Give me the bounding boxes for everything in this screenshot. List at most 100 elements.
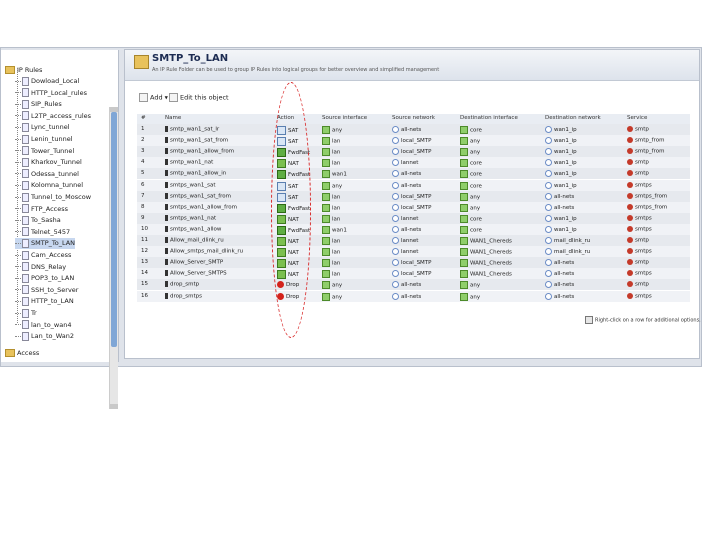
tree-item[interactable]: L2TP_access_rules [15, 111, 91, 122]
cell-name: smtps_wan1_nat [165, 214, 216, 221]
tree-item[interactable]: SIP_Rules [15, 99, 62, 110]
tree-item[interactable]: FTP_Access [15, 204, 68, 215]
edit-object-button[interactable]: Edit this object [169, 93, 229, 102]
tree-item-label: To_Sasha [31, 216, 61, 225]
tree-item[interactable]: Tunnel_to_Moscow [15, 192, 91, 203]
interface-icon [460, 203, 468, 212]
table-row[interactable]: 14 Allow_Server_SMTPS NAT lan local_SMTP WAN1… [137, 268, 690, 280]
table-row[interactable]: 15 drop_smtp Drop any all-nets any all-nets smt… [137, 279, 690, 291]
tree-item[interactable]: To_Sasha [15, 215, 61, 226]
cell-dst-if: core [460, 181, 482, 190]
network-icon [545, 259, 552, 267]
network-icon [545, 170, 552, 178]
add-button[interactable]: Add ▾ [139, 93, 168, 102]
cell-src-net: all-nets [392, 181, 421, 189]
tree-item[interactable]: Tower_Tunnel [15, 146, 74, 157]
tree-connector [15, 219, 21, 221]
table-row[interactable]: 11 Allow_mail_dlink_ru NAT lan lannet WAN1_Ch… [137, 235, 690, 246]
tree-root-access[interactable]: Access [5, 348, 39, 359]
cell-text: 13 [141, 259, 148, 266]
cell-text: all-nets [554, 271, 575, 278]
cell-text: any [470, 149, 481, 156]
edit-label: Edit this object [180, 93, 229, 102]
tree-item[interactable]: Lync_tunnel [15, 122, 70, 133]
tree-item[interactable]: POP3_to_LAN [15, 273, 74, 284]
tree-item[interactable]: Odessa_tunnel [15, 169, 79, 180]
tree-scrollbar[interactable] [109, 107, 118, 409]
network-icon [545, 137, 552, 145]
navigation-tree: IP Rules Dowload_Local HTTP_Local_rules SI… [1, 50, 119, 409]
table-row[interactable]: 9 smtps_wan1_nat NAT lan lannet core wan1_ip sm… [137, 212, 690, 224]
tree-item[interactable]: Kharkov_Tunnel [15, 157, 82, 168]
table-row[interactable]: 3 smtp_wan1_allow_from FwdFast lan local_SMT… [137, 146, 690, 158]
tree-item[interactable]: Lan_to_Wan2 [15, 331, 74, 342]
table-row[interactable]: 5 smtp_wan1_allow_in FwdFast wan1 all-nets co… [137, 168, 690, 180]
scroll-thumb[interactable] [111, 112, 117, 347]
table-row[interactable]: 8 smtps_wan1_allow_from FwdFast lan local_SM… [137, 201, 690, 213]
tree-item-label: lan_to_wan4 [31, 320, 72, 329]
scroll-down-arrow-icon[interactable] [110, 404, 118, 409]
cell-dst-if: core [460, 214, 482, 223]
table-row[interactable]: 2 smtp_wan1_sat_from SAT lan local_SMTP any wa… [137, 135, 690, 147]
tree-connector [15, 312, 21, 314]
tree-item[interactable]: HTTP_to_LAN [15, 296, 74, 307]
network-icon [545, 159, 552, 167]
cell-svc: smtp [627, 237, 649, 244]
tree-item-label: Lenin_tunnel [31, 135, 73, 143]
tree-item[interactable]: SMTP_To_LAN [15, 238, 76, 250]
interface-icon [460, 159, 468, 168]
cell-text: drop_smtp [170, 281, 200, 288]
interface-icon [322, 237, 330, 245]
cell-dst-net: mail_dlink_ru [545, 237, 590, 244]
table-row[interactable]: 4 smtp_wan1_nat NAT lan lannet core wan1_ip smt… [137, 157, 690, 169]
service-icon [627, 137, 633, 144]
tree-item[interactable]: Kolomna_tunnel [15, 180, 83, 191]
tree-root-ip-rules[interactable]: IP Rules [5, 65, 42, 76]
table-row[interactable]: 1 smtp_wan1_sat_lr SAT any all-nets core wan1_… [137, 124, 690, 135]
table-row[interactable]: 10 smtps_wan1_allow FwdFast wan1 all-nets cor… [137, 223, 690, 235]
tree-connector [15, 80, 21, 82]
table-row[interactable]: 16 drop_smtps Drop any all-nets any all-nets sm… [137, 290, 690, 302]
table-row[interactable]: 12 Allow_smtps_mail_dlink_ru NAT lan lannet W… [137, 246, 690, 258]
cell-text: 12 [141, 248, 148, 255]
tree-item[interactable]: Lenin_tunnel [15, 134, 73, 145]
cell-text: core [470, 160, 482, 167]
tree-item[interactable]: Cam_Access [15, 250, 71, 261]
interface-icon [460, 148, 468, 157]
cell-text: lan [332, 216, 341, 223]
tree-item[interactable]: SSH_to_Server [15, 285, 78, 296]
col-header-source-network[interactable]: Source network [392, 115, 435, 121]
tree-item[interactable]: HTTP_Local_rules [15, 88, 87, 99]
tree-connector [15, 92, 21, 94]
cell-text: lannet [401, 249, 419, 256]
cell-text: smtps [635, 270, 652, 277]
col-header-destination-interface[interactable]: Destination interface [460, 115, 518, 121]
cell-text: smtps_wan1_allow [170, 226, 222, 233]
cell-num: 5 [141, 170, 145, 176]
cell-num: 14 [141, 270, 148, 276]
col-header-name[interactable]: Name [165, 115, 181, 121]
tree-item[interactable]: DNS_Relay [15, 262, 66, 273]
table-row[interactable]: 13 Allow_Server_SMTP NAT lan local_SMTP WAN1_… [137, 257, 690, 269]
rule-folder-icon [22, 122, 29, 132]
cell-text: all-nets [401, 293, 422, 300]
table-row[interactable]: 6 smtps_wan1_sat SAT any all-nets core wan1_ip… [137, 179, 690, 191]
cell-dst-if: WAN1_Chereds [460, 259, 512, 268]
col-header-service[interactable]: Service [627, 115, 647, 121]
rule-icon [165, 214, 168, 221]
col-header-destination-network[interactable]: Destination network [545, 115, 601, 121]
tree-item[interactable]: Telnet_5457 [15, 227, 70, 238]
table-row[interactable]: 7 smtps_wan1_sat_from SAT lan local_SMTP any a… [137, 190, 690, 202]
tree-item[interactable]: lan_to_wan4 [15, 320, 72, 331]
cell-text: 16 [141, 292, 148, 299]
cell-text: 11 [141, 237, 148, 243]
col-header-source-interface[interactable]: Source interface [322, 115, 367, 121]
tree-item[interactable]: Dowload_Local [15, 76, 79, 87]
cell-svc: smtp_from [627, 137, 664, 144]
col-header-num[interactable]: # [141, 115, 146, 121]
cell-text: any [470, 282, 481, 289]
interface-icon [460, 126, 468, 134]
interface-icon [322, 159, 330, 168]
cell-text: WAN1_Chereds [470, 271, 512, 278]
tree-item[interactable]: Tr [15, 308, 37, 319]
